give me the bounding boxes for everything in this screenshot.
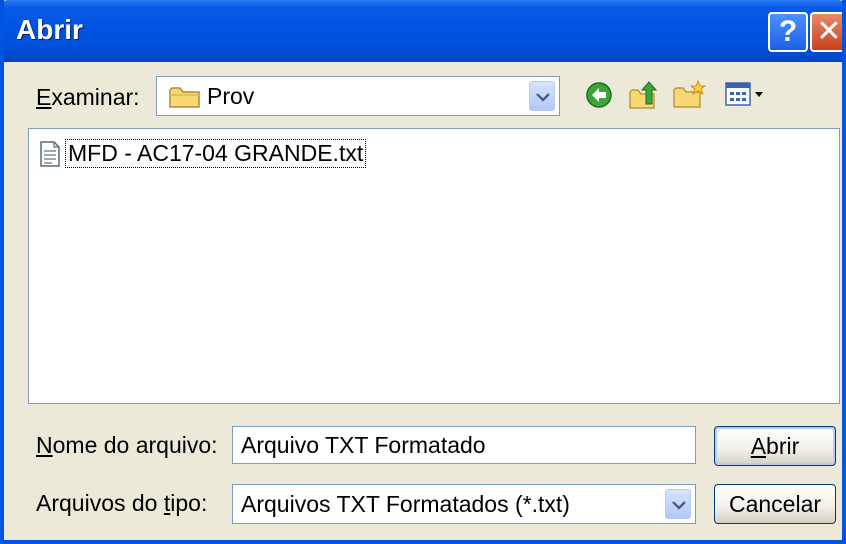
close-button[interactable]: ✕	[810, 12, 842, 52]
open-button[interactable]: Abrir	[714, 426, 836, 466]
look-in-dropdown-button[interactable]	[529, 81, 555, 111]
chevron-down-icon	[536, 93, 550, 102]
text-file-icon	[39, 141, 61, 172]
back-icon[interactable]	[584, 80, 614, 115]
file-type-select[interactable]: Arquivos TXT Formatados (*.txt)	[232, 484, 696, 524]
title-bar[interactable]: Abrir ? ✕	[4, 0, 842, 62]
help-button[interactable]: ?	[768, 12, 808, 52]
look-in-dropdown[interactable]: Prov	[156, 76, 560, 116]
new-folder-icon[interactable]	[672, 79, 707, 115]
close-icon: ✕	[816, 15, 842, 48]
file-name: MFD - AC17-04 GRANDE.txt	[65, 139, 367, 168]
file-list[interactable]: MFD - AC17-04 GRANDE.txt	[28, 128, 840, 404]
folder-icon	[169, 85, 201, 114]
views-menu-icon[interactable]	[724, 80, 768, 115]
up-folder-icon[interactable]	[628, 80, 660, 115]
look-in-value: Prov	[207, 83, 255, 109]
cancel-button[interactable]: Cancelar	[714, 484, 836, 524]
open-dialog: Abrir ? ✕ Examinar: Prov MFD - AC17-04 G…	[0, 0, 846, 544]
dialog-title: Abrir	[16, 14, 83, 45]
file-name-label-rest: ome do arquivo:	[52, 432, 218, 458]
file-type-value: Arquivos TXT Formatados (*.txt)	[241, 491, 570, 517]
look-in-label: Examinar:	[36, 84, 140, 110]
help-icon: ?	[778, 15, 798, 48]
file-name-label: Nome do arquivo:	[36, 432, 218, 458]
file-type-dropdown-button[interactable]	[665, 489, 691, 519]
file-type-label: Arquivos do tipo:	[36, 490, 208, 516]
chevron-down-icon	[672, 501, 686, 510]
file-name-input[interactable]: Arquivo TXT Formatado	[232, 426, 696, 464]
